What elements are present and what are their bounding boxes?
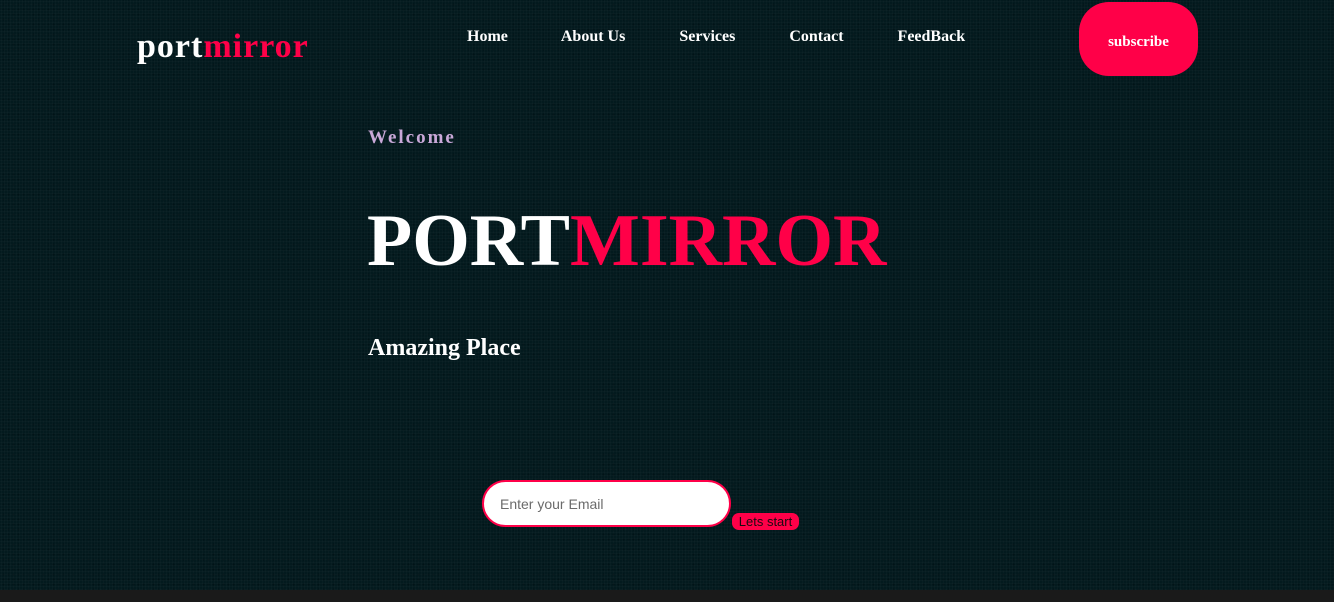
nav-item-feedback[interactable]: FeedBack [898,28,966,46]
hero-tagline: Amazing Place [368,335,521,361]
brand-name-plain: port [137,28,204,65]
nav-item-home[interactable]: Home [467,28,508,46]
lets-start-button[interactable]: Lets start [732,513,799,530]
brand-name-accent: mirror [203,28,309,65]
hero-title-accent: MIRROR [569,200,887,282]
subscribe-button[interactable]: subscribe [1079,2,1198,76]
brand-logo[interactable]: portmirror [137,30,309,64]
welcome-text: Welcome [368,127,456,148]
nav-item-about-us[interactable]: About Us [561,28,625,46]
hero-title: PORTMIRROR [367,204,887,278]
footer-bar [0,590,1334,602]
nav-item-contact[interactable]: Contact [789,28,843,46]
hero-title-plain: PORT [367,200,570,282]
main-nav: Home About Us Services Contact FeedBack [467,28,965,46]
email-input[interactable] [482,480,731,527]
nav-item-services[interactable]: Services [679,28,735,46]
